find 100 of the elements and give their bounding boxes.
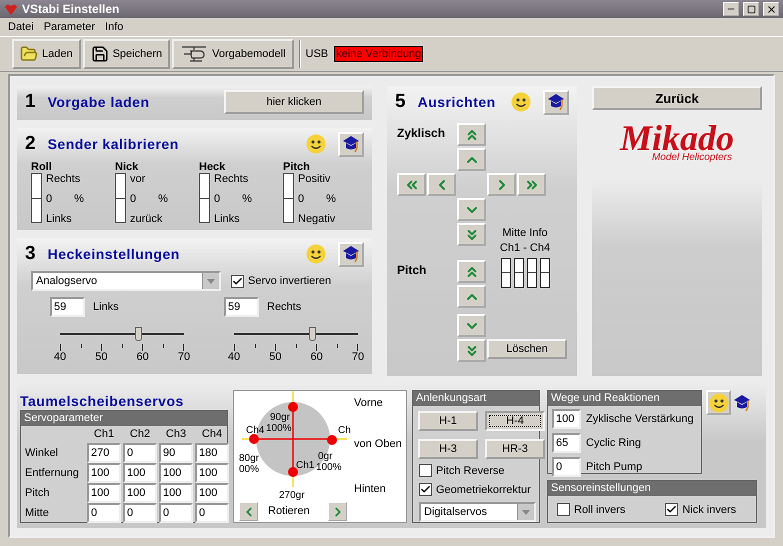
parameter-field[interactable]: 0 [123, 443, 157, 463]
channel-name: Nick [115, 161, 140, 173]
slider-thumb[interactable] [309, 327, 316, 341]
channel-bottom-label: Negativ [298, 213, 336, 225]
sensor-checkbox[interactable]: Nick invers [665, 503, 736, 516]
slider-thumb[interactable] [135, 327, 142, 341]
orientation-label: Hinten [354, 484, 386, 495]
tick-label: 50 [268, 351, 282, 363]
limit-field[interactable]: 59 [224, 297, 259, 317]
graduation-cap-icon [342, 135, 360, 153]
down-button[interactable] [457, 314, 486, 337]
column-header: Ch4 [200, 428, 224, 442]
travel-field[interactable]: 100 [552, 409, 581, 429]
parameter-field[interactable]: 100 [87, 483, 121, 503]
slider-track[interactable] [234, 327, 358, 341]
sensor-checkbox[interactable]: Roll invers [557, 503, 626, 516]
column-header: Ch2 [128, 428, 152, 442]
linkage-option[interactable]: HR-3 [485, 439, 545, 459]
double-down-button[interactable] [457, 339, 486, 362]
maximize-button[interactable] [743, 2, 759, 16]
help-button[interactable] [338, 242, 364, 266]
channel-bottom-label: Links [214, 213, 241, 225]
parameter-field[interactable]: 100 [123, 483, 157, 503]
parameter-field[interactable]: 90 [159, 443, 193, 463]
diagram-label: 100% [316, 462, 342, 473]
servo-type-dropdown[interactable]: Analogservo [31, 271, 221, 291]
double-up-button[interactable] [457, 260, 486, 283]
parameter-field[interactable]: 100 [195, 483, 229, 503]
left-button[interactable] [427, 173, 456, 196]
rotate-left-button[interactable] [239, 502, 258, 521]
close-icon [766, 4, 776, 14]
parameter-field[interactable]: 100 [159, 463, 193, 483]
check-icon [420, 484, 431, 495]
diagram-label: 0gr [318, 451, 332, 462]
clear-button[interactable]: Löschen [487, 339, 567, 359]
travel-field[interactable]: 0 [552, 457, 581, 477]
diagram-label: 270gr [279, 490, 305, 501]
servo-type-dropdown[interactable]: Digitalservos [419, 502, 536, 522]
channel-name: Pitch [283, 161, 311, 173]
parameter-field[interactable]: 0 [123, 503, 157, 523]
section-title: Vorgabe laden [48, 94, 151, 110]
channel-bottom-label: zurück [130, 213, 164, 225]
limit-field[interactable]: 59 [50, 297, 85, 317]
channel-name: Roll [31, 161, 53, 173]
travel-field[interactable]: 65 [552, 433, 581, 453]
smiley-icon [708, 392, 728, 412]
minimize-button[interactable] [723, 2, 739, 16]
help-button[interactable] [338, 132, 364, 156]
parameter-field[interactable]: 100 [123, 463, 157, 483]
step-number: 2 [25, 133, 36, 155]
back-button[interactable]: Zurück [592, 86, 762, 110]
parameter-field[interactable]: 0 [159, 503, 193, 523]
row-label: Entfernung [25, 467, 80, 479]
parameter-field[interactable]: 100 [159, 483, 193, 503]
servo-invert-checkbox[interactable]: Servo invertieren [231, 274, 332, 288]
down-button[interactable] [457, 198, 486, 221]
linkage-option[interactable]: H-4 [485, 411, 545, 431]
column-header: Ch3 [164, 428, 188, 442]
double-left-button[interactable] [397, 173, 426, 196]
parameter-field[interactable]: 180 [195, 443, 229, 463]
parameter-field[interactable]: 0 [195, 503, 229, 523]
parameter-field[interactable]: 100 [195, 463, 229, 483]
linkage-checkbox[interactable]: Pitch Reverse [419, 464, 534, 477]
menu-item[interactable]: Info [101, 21, 130, 33]
up-button[interactable] [457, 285, 486, 308]
close-button[interactable] [763, 2, 779, 16]
toolbar-button[interactable]: Laden [12, 39, 81, 69]
diagram-label: 90gr [270, 412, 290, 423]
double-right-button[interactable] [517, 173, 546, 196]
parameter-field[interactable]: 100 [87, 463, 121, 483]
channel-name: Heck [199, 161, 226, 173]
up-button[interactable] [457, 148, 486, 171]
center-info-label: Ch1 - Ch4 [500, 241, 550, 256]
parameter-field[interactable]: 0 [87, 503, 121, 523]
menu-item[interactable]: Parameter [40, 21, 102, 33]
slider-label: Rechts [267, 301, 302, 313]
center-indicator [500, 258, 510, 288]
linkage-checkbox[interactable]: Geometriekorrektur [419, 483, 534, 496]
smiley-icon [306, 134, 326, 154]
double-down-button[interactable] [457, 223, 486, 246]
center-indicator [540, 258, 550, 288]
cyclic-label: Zyklisch [397, 125, 446, 142]
tick-label: 40 [52, 351, 68, 363]
menu-item[interactable]: Datei [4, 21, 40, 33]
linkage-option[interactable]: H-3 [418, 439, 478, 459]
channel-bar [283, 173, 294, 223]
rotate-right-button[interactable] [328, 502, 347, 521]
parameter-field[interactable]: 270 [87, 443, 121, 463]
double-up-button[interactable] [457, 123, 486, 146]
slider-label: Links [93, 301, 119, 313]
linkage-option[interactable]: H-1 [418, 411, 478, 431]
toolbar-button[interactable]: Speichern [82, 39, 170, 69]
load-default-button[interactable]: hier klicken [224, 90, 364, 114]
slider-track[interactable] [60, 327, 184, 341]
window-title: VStabi Einstellen [22, 2, 120, 16]
status-button[interactable] [706, 390, 731, 415]
help-button[interactable] [543, 90, 569, 114]
diagram-label: Ch [338, 425, 351, 436]
right-button[interactable] [487, 173, 516, 196]
toolbar-button[interactable]: Vorgabemodell [172, 39, 294, 69]
